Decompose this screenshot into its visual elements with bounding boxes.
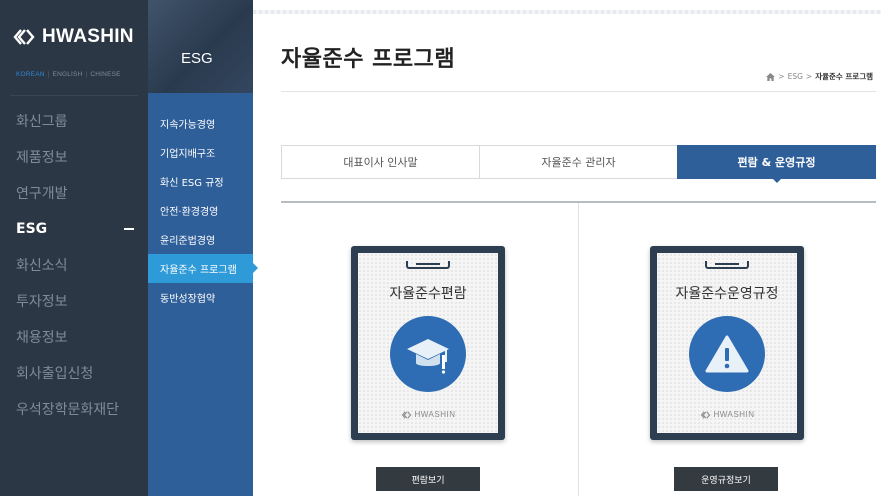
nav-item-rnd[interactable]: 연구개발: [0, 175, 148, 211]
nav-item-news[interactable]: 화신소식: [0, 247, 148, 283]
home-icon[interactable]: [766, 72, 776, 81]
page-title: 자율준수 프로그램: [281, 47, 456, 72]
lang-english[interactable]: ENGLISH: [53, 71, 83, 78]
view-handbook-button[interactable]: 편람보기: [376, 467, 480, 491]
rules-brand: HWASHIN: [657, 410, 797, 419]
rules-icon-circle: [689, 316, 765, 392]
breadcrumb-separator: >: [778, 72, 785, 81]
handbook-icon-circle: [390, 316, 466, 392]
rules-title: 자율준수운영규정: [675, 286, 779, 302]
breadcrumb-current: 자율준수 프로그램: [815, 72, 873, 81]
main-nav: HWASHIN KOREAN | ENGLISH | CHINESE 화신그룹 제품정보…: [0, 0, 148, 496]
nav-item-foundation[interactable]: 우석장학문화재단: [0, 391, 148, 427]
sub-item-compliance-program[interactable]: 자율준수 프로그램: [148, 254, 258, 283]
nav-item-esg[interactable]: ESG: [0, 211, 148, 247]
breadcrumb-separator: >: [805, 72, 813, 81]
handbook-brand-text: HWASHIN: [414, 410, 456, 419]
rules-card: 자율준수운영규정 HWASHIN: [650, 246, 804, 440]
clipboard-clip-icon: [406, 261, 450, 269]
sub-item-sustainability[interactable]: 지속가능경영: [148, 109, 253, 138]
top-strip: [253, 10, 881, 14]
sub-nav: ESG 지속가능경영 기업지배구조 화신 ESG 규정 안전·환경경영 윤리준법…: [148, 0, 258, 496]
nav-item-visit-request[interactable]: 회사출입신청: [0, 355, 148, 391]
handbook-title: 자율준수편람: [389, 286, 467, 302]
sub-nav-header: ESG: [148, 0, 253, 93]
lang-korean[interactable]: KOREAN: [16, 71, 45, 78]
language-switcher: KOREAN | ENGLISH | CHINESE: [16, 71, 121, 78]
nav-item-investor[interactable]: 투자정보: [0, 283, 148, 319]
tab-bar: 대표이사 인사말 자율준수 관리자 편람 & 운영규정: [281, 145, 876, 183]
graduation-cap-icon: [407, 339, 449, 374]
tab-handbook-rules[interactable]: 편람 & 운영규정: [677, 145, 876, 183]
nav-item-products[interactable]: 제품정보: [0, 139, 148, 175]
view-rules-button[interactable]: 운영규정보기: [674, 467, 778, 491]
sub-item-governance[interactable]: 기업지배구조: [148, 138, 253, 167]
handbook-paper: 자율준수편람 HWASHIN: [358, 253, 498, 433]
sub-item-safety-environment[interactable]: 안전·환경경영: [148, 196, 253, 225]
nav-item-esg-label: ESG: [16, 221, 48, 237]
column-divider: [578, 203, 579, 496]
sub-nav-title: ESG: [181, 50, 213, 67]
rules-brand-text: HWASHIN: [713, 410, 755, 419]
nav-item-careers[interactable]: 채용정보: [0, 319, 148, 355]
nav-item-group[interactable]: 화신그룹: [0, 103, 148, 139]
sub-item-esg-rules[interactable]: 화신 ESG 규정: [148, 167, 253, 196]
sub-item-shared-growth[interactable]: 동반성장협약: [148, 283, 253, 312]
hwashin-logo-mark-icon: [13, 29, 35, 45]
warning-icon: [705, 335, 749, 373]
brand-name: HWASHIN: [42, 26, 134, 47]
main-nav-list: 화신그룹 제품정보 연구개발 ESG 화신소식 투자정보 채용정보 회사출입신청…: [0, 103, 148, 427]
brand-logo[interactable]: HWASHIN: [12, 24, 134, 50]
collapse-minus-icon[interactable]: [124, 228, 134, 230]
title-divider: [281, 91, 876, 92]
hwashin-mini-logo-icon: [401, 411, 411, 418]
tab-ceo-greeting[interactable]: 대표이사 인사말: [281, 145, 479, 179]
breadcrumb-esg[interactable]: ESG: [788, 72, 803, 81]
breadcrumb: > ESG > 자율준수 프로그램: [766, 71, 873, 82]
lang-chinese[interactable]: CHINESE: [90, 71, 120, 78]
nav-divider: [10, 95, 138, 96]
clipboard-clip-icon: [705, 261, 749, 269]
hwashin-mini-logo-icon: [700, 411, 710, 418]
sub-nav-list: 지속가능경영 기업지배구조 화신 ESG 규정 안전·환경경영 윤리준법경영 자…: [148, 109, 258, 312]
rules-paper: 자율준수운영규정 HWASHIN: [657, 253, 797, 433]
handbook-card: 자율준수편람 HWASHIN: [351, 246, 505, 440]
handbook-brand: HWASHIN: [358, 410, 498, 419]
tab-compliance-manager[interactable]: 자율준수 관리자: [479, 145, 677, 179]
sub-item-ethics[interactable]: 윤리준법경영: [148, 225, 253, 254]
